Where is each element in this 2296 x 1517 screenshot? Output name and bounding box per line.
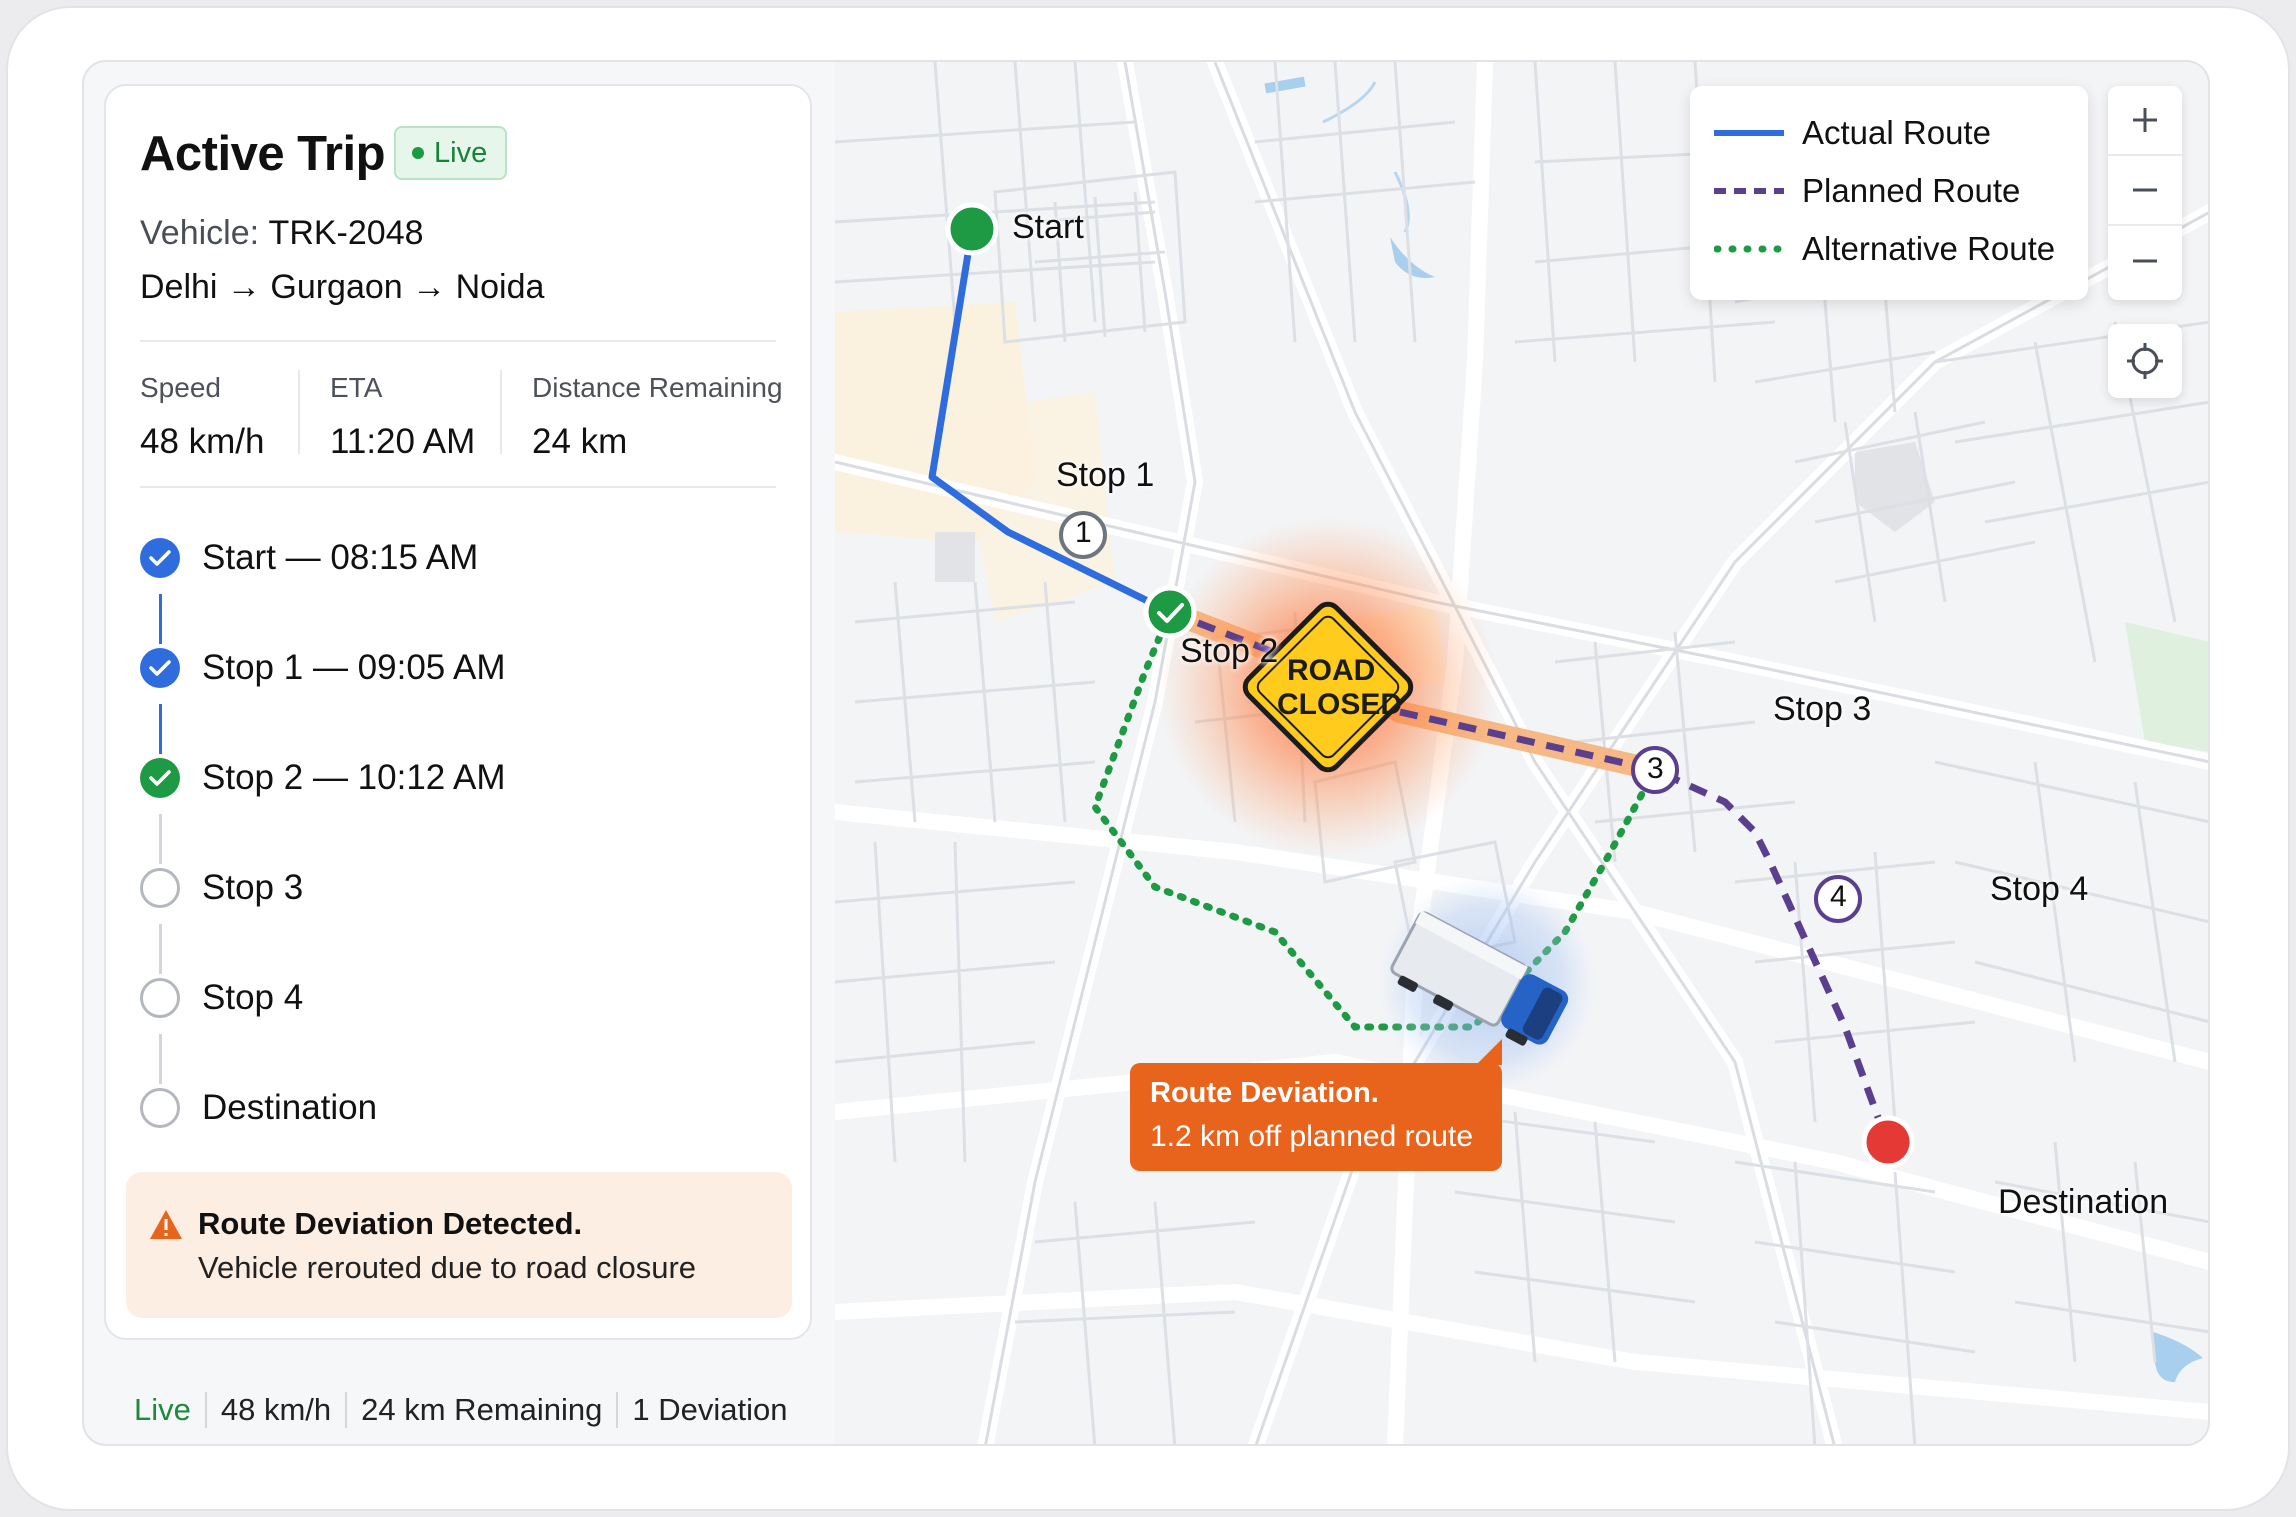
status-divider <box>345 1392 348 1428</box>
stop4-number: 4 <box>1830 880 1847 913</box>
stat-value: 48 km/h <box>140 422 265 461</box>
alert-title: Route Deviation Detected. <box>198 1206 583 1241</box>
locate-button[interactable] <box>2108 324 2182 398</box>
status-speed: 48 km/h <box>220 1392 332 1427</box>
vehicle-info: Vehicle: TRK-2048 <box>140 214 424 253</box>
stat-label: Speed <box>140 372 221 403</box>
status-bar: Live 48 km/h 24 km Remaining 1 Deviation <box>134 1392 787 1428</box>
legend-actual-route: Actual Route <box>1714 114 1991 152</box>
crosshair-icon <box>2127 343 2163 379</box>
deviation-tooltip-title: Route Deviation. <box>1150 1077 1379 1109</box>
status-badge: Live <box>394 126 508 180</box>
timeline-item-stop4[interactable]: Stop 4 <box>140 976 303 1020</box>
timeline-item-text: Destination <box>202 1088 378 1127</box>
stop3-number: 3 <box>1647 752 1664 785</box>
route-summary: Delhi → Gurgaon → Noida <box>140 268 545 306</box>
stat-speed: Speed 48 km/h <box>140 372 265 462</box>
timeline-item-text: Stop 1 — 09:05 AM <box>202 648 506 687</box>
start-marker[interactable] <box>945 202 999 256</box>
zoom-out-button-secondary[interactable] <box>2108 226 2182 296</box>
road-closed-line1: ROAD <box>1287 654 1376 687</box>
trip-panel: Active Trip Live Vehicle: TRK-2048 Delhi… <box>104 84 812 1340</box>
map-label-start: Start <box>1012 208 1084 246</box>
zoom-in-icon <box>2133 108 2157 132</box>
road-closed-line2: CLOSED <box>1277 688 1403 721</box>
timeline-connector <box>159 704 162 754</box>
timeline-item-text: Stop 4 <box>202 978 304 1017</box>
stop1-number: 1 <box>1075 516 1092 549</box>
solid-line-icon <box>1714 130 1784 136</box>
legend-label: Alternative Route <box>1802 230 2056 267</box>
stat-distance: Distance Remaining 24 km <box>532 372 783 462</box>
divider <box>140 486 776 488</box>
live-dot-icon <box>412 147 424 159</box>
timeline-item-text: Stop 2 — 10:12 AM <box>202 758 506 797</box>
empty-circle-icon <box>140 868 180 908</box>
stat-eta: ETA 11:20 AM <box>330 372 475 462</box>
zoom-in-button[interactable] <box>2108 86 2182 156</box>
timeline-item-start[interactable]: Start — 08:15 AM <box>140 536 478 580</box>
dotted-line-icon <box>1714 245 1784 253</box>
zoom-out-icon <box>2133 259 2157 263</box>
zoom-out-icon <box>2133 188 2157 192</box>
map-label-stop4: Stop 4 <box>1990 870 2089 908</box>
stop2-marker[interactable] <box>1143 585 1197 639</box>
stat-divider <box>298 370 300 454</box>
vehicle-label: Vehicle: <box>140 214 260 252</box>
check-circle-icon <box>140 758 180 798</box>
status-remaining: 24 km Remaining <box>361 1392 603 1427</box>
check-circle-icon <box>140 538 180 578</box>
deviation-tooltip-detail: 1.2 km off planned route <box>1150 1120 1473 1153</box>
legend-label: Actual Route <box>1802 114 1991 151</box>
stat-divider <box>500 370 502 454</box>
map-label-stop3: Stop 3 <box>1773 690 1872 728</box>
dashed-line-icon <box>1714 188 1784 194</box>
timeline-item-stop1[interactable]: Stop 1 — 09:05 AM <box>140 646 506 690</box>
divider <box>140 340 776 342</box>
timeline-connector <box>159 594 162 644</box>
legend-alternative-route: Alternative Route <box>1714 230 2055 268</box>
map-label-stop1: Stop 1 <box>1056 456 1155 494</box>
legend-label: Planned Route <box>1802 172 2021 209</box>
zoom-controls <box>2108 86 2182 300</box>
check-circle-icon <box>140 648 180 688</box>
stat-value: 24 km <box>532 422 628 461</box>
timeline-item-text: Start — 08:15 AM <box>202 538 479 577</box>
vehicle-id: TRK-2048 <box>268 214 424 252</box>
timeline-connector <box>159 814 162 864</box>
page-title: Active Trip <box>140 127 386 181</box>
status-divider <box>204 1392 207 1428</box>
status-deviations: 1 Deviation <box>632 1392 788 1427</box>
zoom-out-button[interactable] <box>2108 156 2182 226</box>
status-divider <box>616 1392 619 1428</box>
map-label-stop2: Stop 2 <box>1180 632 1279 670</box>
deviation-alert[interactable]: Route Deviation Detected. Vehicle rerout… <box>126 1172 792 1318</box>
empty-circle-icon <box>140 1088 180 1128</box>
stat-value: 11:20 AM <box>330 422 476 461</box>
timeline-item-stop2[interactable]: Stop 2 — 10:12 AM <box>140 756 506 800</box>
legend-planned-route: Planned Route <box>1714 172 2020 210</box>
status-live: Live <box>134 1392 191 1427</box>
empty-circle-icon <box>140 978 180 1018</box>
timeline-item-destination[interactable]: Destination <box>140 1086 377 1130</box>
timeline-item-text: Stop 3 <box>202 868 304 907</box>
timeline-connector <box>159 924 162 974</box>
destination-marker[interactable] <box>1861 1115 1915 1169</box>
map-label-destination: Destination <box>1998 1183 2169 1221</box>
deviation-tooltip[interactable]: Route Deviation. 1.2 km off planned rout… <box>1130 1039 1502 1171</box>
route-legend: Actual Route Planned Route Alternative R… <box>1690 86 2088 300</box>
warning-icon <box>150 1210 182 1239</box>
timeline-connector <box>159 1034 162 1084</box>
alert-message: Vehicle rerouted due to road closure <box>198 1250 697 1285</box>
timeline-item-stop3[interactable]: Stop 3 <box>140 866 303 910</box>
stat-label: Distance Remaining <box>532 372 783 403</box>
stat-label: ETA <box>330 372 383 403</box>
status-badge-label: Live <box>434 136 488 169</box>
